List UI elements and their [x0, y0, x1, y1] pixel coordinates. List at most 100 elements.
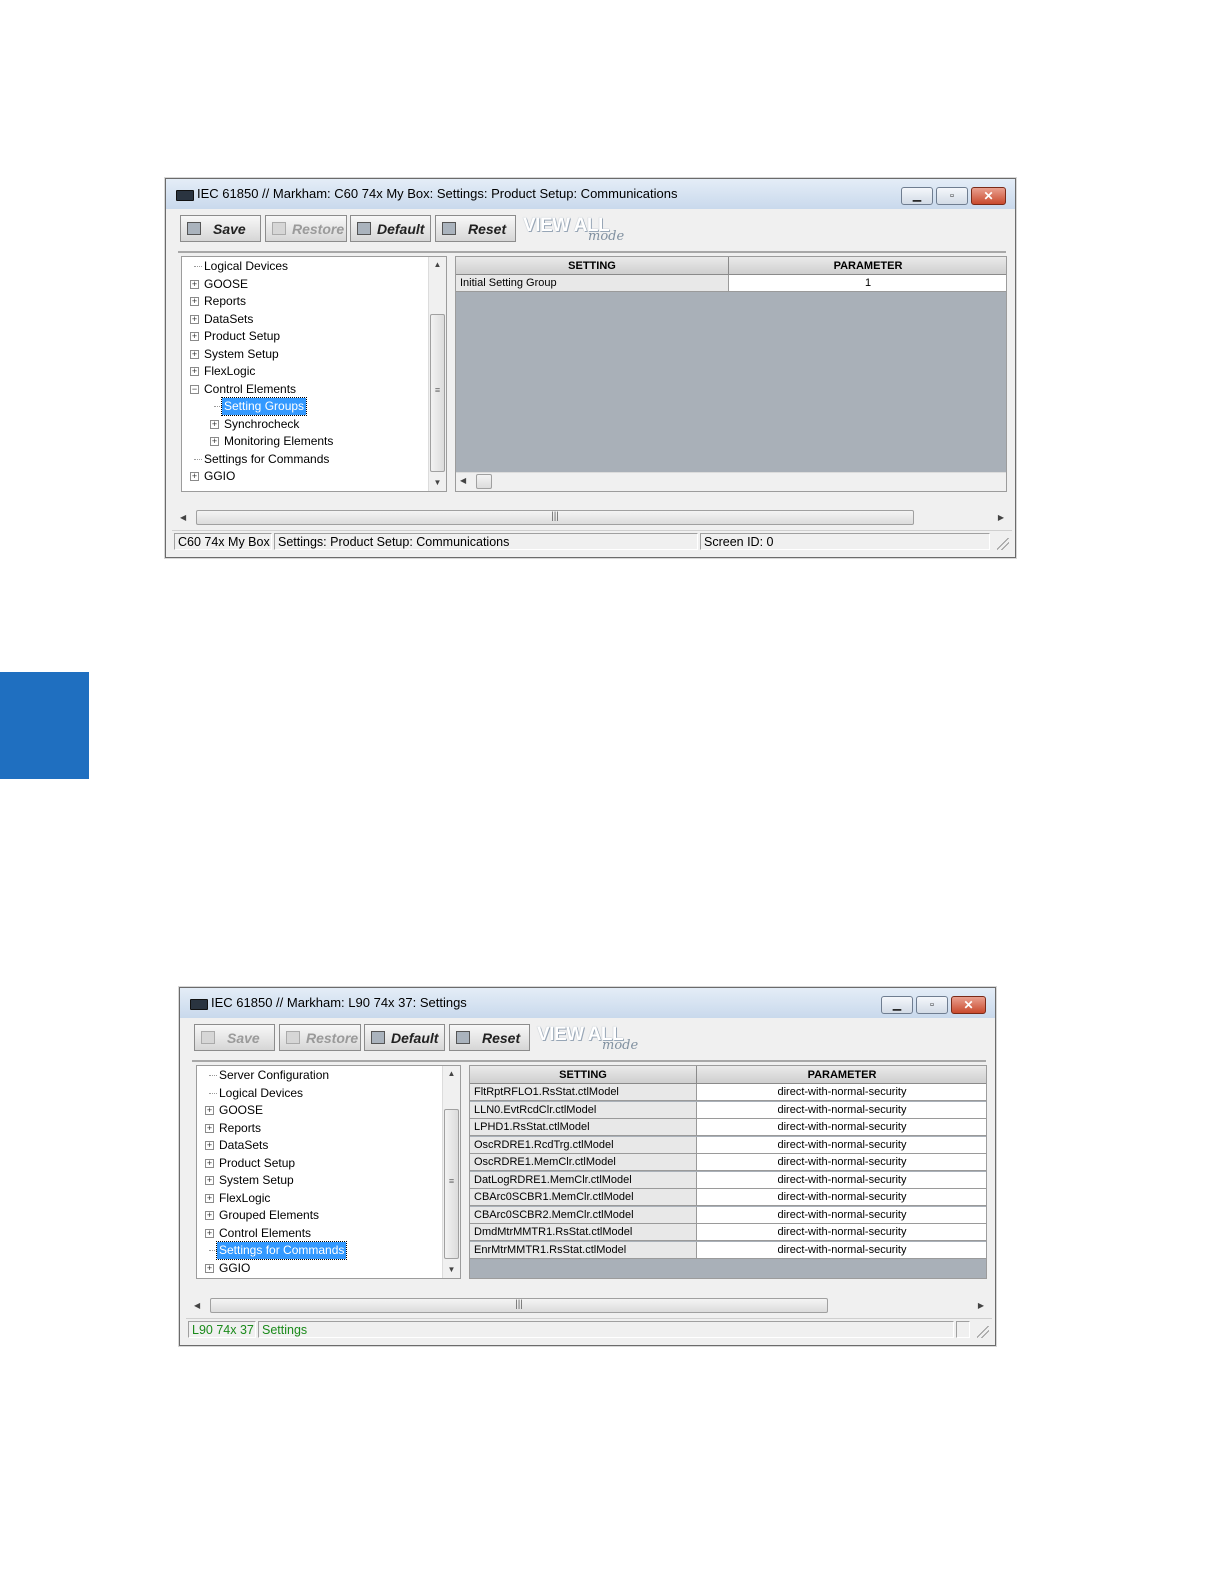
window-horizontal-scrollbar[interactable]: ◀ ||| ▶ [178, 509, 1006, 527]
parameter-cell[interactable]: direct-with-normal-security [697, 1206, 986, 1224]
tree-item[interactable]: + FlexLogic [197, 1190, 437, 1207]
tree-item[interactable]: Logical Devices [197, 1085, 437, 1102]
tree-scroll-thumb[interactable]: ≡ [430, 314, 445, 472]
setting-cell[interactable]: LPHD1.RsStat.ctlModel [470, 1119, 697, 1136]
tree-scroll-thumb[interactable]: ≡ [444, 1109, 459, 1259]
default-button[interactable]: Default [350, 215, 431, 242]
parameter-cell[interactable]: direct-with-normal-security [697, 1084, 986, 1101]
tree-item[interactable]: + DataSets [197, 1137, 437, 1154]
setting-cell[interactable]: EnrMtrMMTR1.RsStat.ctlModel [470, 1241, 697, 1259]
window-horizontal-scrollbar[interactable]: ◀ ||| ▶ [192, 1297, 986, 1315]
tree-item[interactable]: Logical Devices [182, 258, 422, 275]
parameter-cell[interactable]: direct-with-normal-security [697, 1189, 986, 1206]
navigation-tree[interactable]: Logical Devices + GOOSE + Reports + DataSets + P… [181, 256, 447, 492]
setting-cell[interactable]: Initial Setting Group [456, 275, 729, 292]
parameter-column-header[interactable]: PARAMETER [697, 1066, 986, 1084]
scroll-left-icon[interactable]: ◀ [180, 513, 186, 522]
scroll-right-icon[interactable]: ▶ [998, 513, 1004, 522]
grid-horizontal-scrollbar[interactable]: ◀ [456, 472, 1006, 491]
resize-grip-icon[interactable] [977, 1326, 989, 1338]
tree-vertical-scrollbar[interactable]: ▲ ≡ ▼ [428, 257, 446, 491]
scroll-down-icon[interactable]: ▼ [429, 478, 446, 487]
setting-column-header[interactable]: SETTING [470, 1066, 697, 1084]
parameter-column-header[interactable]: PARAMETER [729, 257, 1006, 275]
expand-icon[interactable]: + [205, 1228, 214, 1238]
restore-button[interactable]: Restore [279, 1024, 361, 1051]
tree-item[interactable]: Settings for Commands [197, 1241, 437, 1260]
restore-button[interactable]: Restore [265, 215, 347, 242]
parameter-cell[interactable]: direct-with-normal-security [697, 1136, 986, 1154]
tree-item[interactable]: Settings for Commands [182, 451, 422, 468]
tree-item[interactable]: + GGIO [197, 1260, 437, 1277]
tree-item[interactable]: − Control Elements [182, 381, 422, 398]
window-scroll-thumb[interactable]: ||| [210, 1298, 828, 1313]
setting-cell[interactable]: DmdMtrMMTR1.RsStat.ctlModel [470, 1224, 697, 1241]
window-scroll-thumb[interactable]: ||| [196, 510, 914, 525]
collapse-icon[interactable]: − [190, 384, 199, 394]
save-button[interactable]: Save [194, 1024, 275, 1051]
tree-item[interactable]: + Product Setup [197, 1155, 437, 1172]
expand-icon[interactable]: + [190, 472, 199, 481]
title-bar[interactable]: IEC 61850 // Markham: C60 74x My Box: Se… [166, 179, 1015, 209]
maximize-button[interactable]: ▫ [936, 187, 968, 205]
expand-icon[interactable]: + [205, 1106, 214, 1115]
minimize-button[interactable]: ▁ [901, 187, 933, 205]
reset-button[interactable]: Reset [449, 1024, 530, 1051]
tree-item[interactable]: + Monitoring Elements [182, 433, 422, 450]
minimize-button[interactable]: ▁ [881, 996, 913, 1014]
tree-item[interactable]: + FlexLogic [182, 363, 422, 380]
expand-icon[interactable]: + [190, 314, 199, 324]
scroll-down-icon[interactable]: ▼ [443, 1265, 460, 1274]
default-button[interactable]: Default [364, 1024, 445, 1051]
setting-cell[interactable]: OscRDRE1.MemClr.ctlModel [470, 1154, 697, 1171]
scroll-up-icon[interactable]: ▲ [429, 260, 446, 269]
expand-icon[interactable]: + [205, 1123, 214, 1133]
expand-icon[interactable]: + [190, 349, 199, 359]
scroll-up-icon[interactable]: ▲ [443, 1069, 460, 1078]
title-bar[interactable]: IEC 61850 // Markham: L90 74x 37: Settin… [180, 988, 995, 1018]
setting-cell[interactable]: CBArc0SCBR1.MemClr.ctlModel [470, 1189, 697, 1206]
tree-item[interactable]: + System Setup [197, 1172, 437, 1189]
tree-item[interactable]: + Grouped Elements [197, 1207, 437, 1224]
parameter-cell[interactable]: 1 [729, 275, 1006, 292]
expand-icon[interactable]: + [205, 1158, 214, 1168]
tree-item[interactable]: + Synchrocheck [182, 416, 422, 433]
maximize-button[interactable]: ▫ [916, 996, 948, 1014]
tree-item[interactable]: + GGIO [182, 468, 422, 485]
tree-item[interactable]: + GOOSE [182, 276, 422, 293]
close-button[interactable]: ✕ [971, 187, 1006, 205]
tree-item[interactable]: + DataSets [182, 311, 422, 328]
expand-icon[interactable]: + [205, 1193, 214, 1203]
tree-item[interactable]: + Control Elements [197, 1225, 437, 1242]
setting-cell[interactable]: LLN0.EvtRcdClr.ctlModel [470, 1101, 697, 1119]
setting-cell[interactable]: CBArc0SCBR2.MemClr.ctlModel [470, 1206, 697, 1224]
expand-icon[interactable]: + [190, 332, 199, 341]
parameter-cell[interactable]: direct-with-normal-security [697, 1224, 986, 1241]
tree-item[interactable]: + GOOSE [197, 1102, 437, 1119]
parameter-cell[interactable]: direct-with-normal-security [697, 1119, 986, 1136]
grid-scroll-thumb[interactable] [476, 474, 492, 489]
tree-item[interactable]: + Product Setup [182, 328, 422, 345]
expand-icon[interactable]: + [210, 437, 219, 446]
setting-cell[interactable]: OscRDRE1.RcdTrg.ctlModel [470, 1136, 697, 1154]
reset-button[interactable]: Reset [435, 215, 516, 242]
expand-icon[interactable]: + [205, 1176, 214, 1185]
tree-item[interactable]: + System Setup [182, 346, 422, 363]
tree-item[interactable]: + Reports [182, 293, 422, 310]
expand-icon[interactable]: + [205, 1211, 214, 1220]
tree-vertical-scrollbar[interactable]: ▲ ≡ ▼ [442, 1066, 460, 1278]
parameter-cell[interactable]: direct-with-normal-security [697, 1154, 986, 1171]
setting-cell[interactable]: FltRptRFLO1.RsStat.ctlModel [470, 1084, 697, 1101]
expand-icon[interactable]: + [190, 367, 199, 376]
tree-item[interactable]: + Reports [197, 1120, 437, 1137]
resize-grip-icon[interactable] [997, 538, 1009, 550]
scroll-right-icon[interactable]: ▶ [978, 1301, 984, 1310]
close-button[interactable]: ✕ [951, 996, 986, 1014]
navigation-tree[interactable]: Server Configuration Logical Devices + GOOS… [196, 1065, 461, 1279]
save-button[interactable]: Save [180, 215, 261, 242]
parameter-cell[interactable]: direct-with-normal-security [697, 1241, 986, 1259]
scroll-left-icon[interactable]: ◀ [194, 1301, 200, 1310]
expand-icon[interactable]: + [210, 419, 219, 429]
scroll-left-icon[interactable]: ◀ [460, 476, 466, 485]
expand-icon[interactable]: + [205, 1141, 214, 1150]
